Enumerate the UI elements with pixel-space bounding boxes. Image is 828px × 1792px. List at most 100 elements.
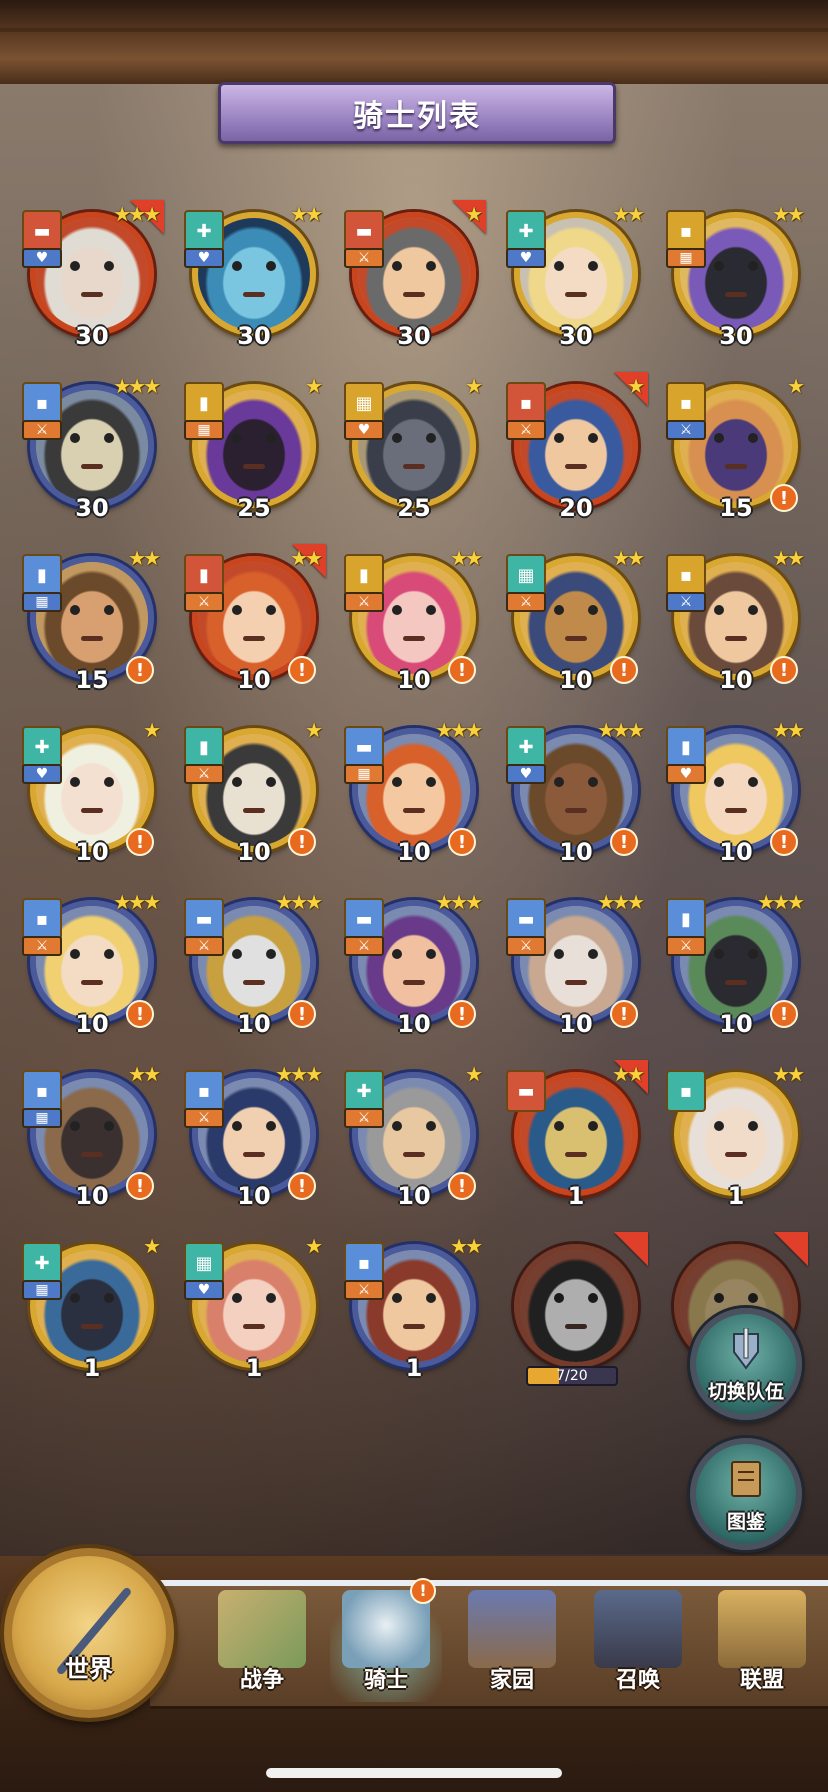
knight-card[interactable]: ★ ▦ ♥ 1 (184, 1234, 323, 1386)
class-icon: ▦ (344, 382, 384, 424)
upgrade-alert-icon: ! (288, 1000, 316, 1028)
upgrade-alert-icon: ! (770, 828, 798, 856)
nav-knight[interactable]: ! 骑士 (330, 1578, 442, 1702)
star-rating: ★★ (612, 546, 645, 570)
nav-world-label: 世界 (65, 1655, 113, 1683)
class-icon: ▬ (22, 210, 62, 252)
knight-card[interactable]: ★★ ▬ 1 (506, 1060, 648, 1214)
upgrade-alert-icon: ! (770, 1000, 798, 1028)
nav-home[interactable]: 家园 (456, 1584, 568, 1702)
knight-card[interactable]: ★★ ▪ ▦ 30 (666, 202, 805, 354)
class-icon: ✚ (344, 1070, 384, 1112)
class-icon: ▮ (184, 382, 224, 424)
knight-card[interactable]: ★★ ▮ ⚔ 10! (184, 544, 326, 698)
role-icon: ♥ (184, 248, 224, 268)
castle-icon (718, 1590, 806, 1668)
knight-card[interactable]: ★★★ ▬ ⚔ 10! (506, 890, 645, 1042)
knight-card[interactable]: ★ ✚ ▦ 1 (22, 1234, 161, 1386)
knight-card[interactable]: ★★★ ▬ ♥ 30 (22, 200, 164, 354)
knight-card[interactable]: ★★ ▪ ⚔ 1 (344, 1234, 483, 1386)
knight-card[interactable]: ★★ ▮ ♥ 10! (666, 718, 805, 870)
role-icon: ⚔ (666, 592, 706, 612)
knight-level: 30 (719, 322, 753, 350)
knight-card[interactable]: ★★★ ▮ ⚔ 10! (666, 890, 805, 1042)
role-icon: ♥ (22, 248, 62, 268)
star-rating: ★★★ (435, 890, 483, 914)
role-icon: ⚔ (22, 420, 62, 440)
knight-card[interactable]: ★★ ✚ ♥ 30 (184, 202, 323, 354)
role-icon: ▦ (22, 592, 62, 612)
star-rating: ★ (143, 1234, 161, 1258)
locked-knight-card[interactable]: 7/20 (508, 1232, 648, 1386)
role-icon: ⚔ (506, 420, 546, 440)
class-icon: ▪ (666, 210, 706, 252)
knight-card[interactable]: ★ ▦ ♥ 25 (344, 374, 483, 526)
knight-card[interactable]: ★ ▪ ⚔ 20 (506, 372, 648, 526)
knight-card[interactable]: ★★ ▪ 1 (666, 1062, 805, 1214)
role-icon: ⚔ (344, 248, 384, 268)
role-icon: ♥ (22, 764, 62, 784)
upgrade-alert-icon: ! (126, 656, 154, 684)
codex-button[interactable]: 图鉴 (690, 1438, 802, 1550)
role-icon: ♥ (506, 764, 546, 784)
knight-card[interactable]: ★ ▮ ⚔ 10! (184, 718, 323, 870)
class-icon: ▮ (184, 554, 224, 596)
switch-team-button[interactable]: 切换队伍 (690, 1308, 802, 1420)
star-rating: ★ (305, 374, 323, 398)
star-rating: ★ (465, 374, 483, 398)
knight-card[interactable]: ★★★ ▪ ⚔ 10! (184, 1062, 323, 1214)
knight-card[interactable]: ★ ▮ ▦ 25 (184, 374, 323, 526)
class-icon: ▬ (506, 1070, 546, 1112)
upgrade-alert-icon: ! (610, 656, 638, 684)
knight-card[interactable]: ★★ ▪ ⚔ 10! (666, 546, 805, 698)
role-icon: ▦ (22, 1108, 62, 1128)
star-rating: ★★ (450, 1234, 483, 1258)
book-icon (731, 1461, 761, 1497)
star-rating: ★★ (128, 546, 161, 570)
star-rating: ★ (627, 374, 645, 398)
knight-card[interactable]: ★ ▪ ⚔ 15! (666, 374, 805, 526)
role-icon: ⚔ (666, 420, 706, 440)
knight-card[interactable]: ★ ✚ ♥ 10! (22, 718, 161, 870)
puzzle-piece-icon (774, 1232, 808, 1266)
knight-level: 1 (83, 1354, 101, 1382)
star-rating: ★★ (772, 202, 805, 226)
role-icon: ▦ (344, 764, 384, 784)
role-icon: ▦ (184, 420, 224, 440)
nav-alliance[interactable]: 联盟 (706, 1584, 818, 1702)
knight-card[interactable]: ★ ✚ ⚔ 10! (344, 1062, 483, 1214)
star-rating: ★★★ (113, 202, 161, 226)
knight-card[interactable]: ★★★ ▬ ▦ 10! (344, 718, 483, 870)
home-indicator[interactable] (266, 1768, 562, 1778)
role-icon: ♥ (184, 1280, 224, 1300)
knight-card[interactable]: ★★ ▮ ▦ 15! (22, 546, 161, 698)
nav-war[interactable]: 战争 (206, 1584, 318, 1702)
nav-world[interactable]: 世界 (4, 1548, 174, 1718)
knight-card[interactable]: ★★★ ▬ ⚔ 10! (344, 890, 483, 1042)
knight-card[interactable]: ★★ ▦ ⚔ 10! (506, 546, 645, 698)
class-icon: ▬ (506, 898, 546, 940)
knight-card[interactable]: ★★ ▪ ▦ 10! (22, 1062, 161, 1214)
class-icon: ✚ (506, 726, 546, 768)
knight-level: 30 (559, 322, 593, 350)
shard-progress-text: 7/20 (556, 1368, 588, 1384)
role-icon: ▦ (666, 248, 706, 268)
star-rating: ★★ (450, 546, 483, 570)
star-rating: ★★ (772, 1062, 805, 1086)
knight-card[interactable]: ★★★ ▪ ⚔ 10! (22, 890, 161, 1042)
class-icon: ▬ (344, 898, 384, 940)
knight-card[interactable]: ★ ▬ ⚔ 30 (344, 200, 486, 354)
train-icon (594, 1590, 682, 1668)
star-rating: ★★★ (275, 890, 323, 914)
role-icon: ♥ (666, 764, 706, 784)
knight-level: 30 (397, 322, 431, 350)
knight-card[interactable]: ★★★ ▬ ⚔ 10! (184, 890, 323, 1042)
knight-card[interactable]: ★★ ▮ ⚔ 10! (344, 546, 483, 698)
knight-card[interactable]: ★★ ✚ ♥ 30 (506, 202, 645, 354)
class-icon: ▪ (22, 382, 62, 424)
role-icon: ⚔ (344, 592, 384, 612)
nav-summon[interactable]: 召唤 (582, 1584, 694, 1702)
knight-card[interactable]: ★★★ ▪ ⚔ 30 (22, 374, 161, 526)
knight-card[interactable]: ★★★ ✚ ♥ 10! (506, 718, 645, 870)
class-icon: ✚ (184, 210, 224, 252)
